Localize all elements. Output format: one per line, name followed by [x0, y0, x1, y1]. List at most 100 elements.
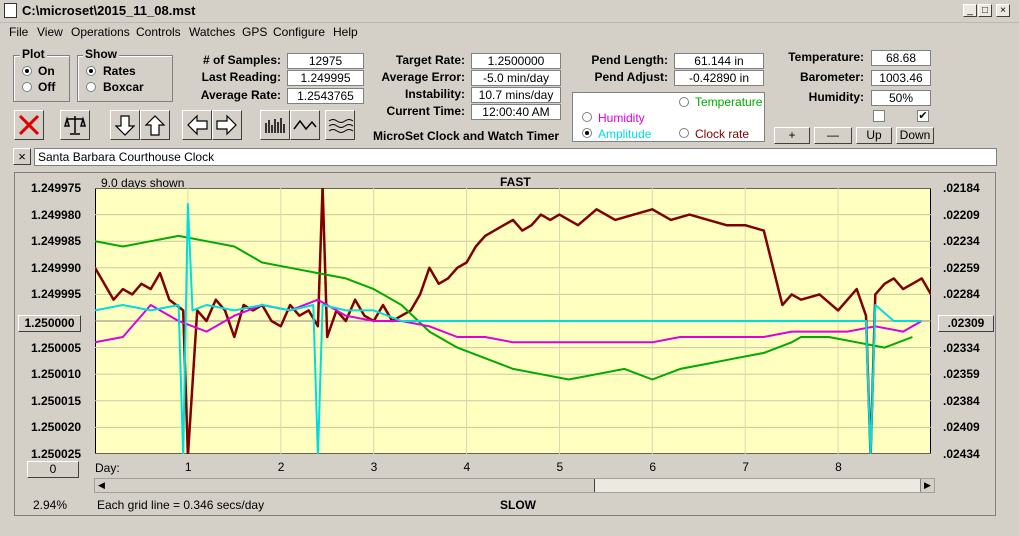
- y-tick-left: 1.250025: [31, 447, 82, 461]
- y-tick-right: .02184: [943, 181, 980, 195]
- y-tick-left: 1.249985: [31, 234, 82, 249]
- menu-view[interactable]: View: [37, 25, 63, 39]
- clock-rate-radio[interactable]: [679, 128, 689, 138]
- arrow-up-icon: [144, 115, 166, 136]
- pend-length-field: 61.144 in: [674, 53, 764, 69]
- show-boxcar-radio[interactable]: [86, 82, 96, 92]
- average-rate-label: Average Rate:: [200, 88, 281, 102]
- menu-help[interactable]: Help: [333, 25, 358, 39]
- samples-label: # of Samples:: [202, 53, 281, 67]
- plot-on-label: On: [38, 64, 55, 78]
- down-arrow-button[interactable]: [110, 110, 140, 140]
- y-tick-left: 1.250005: [31, 340, 82, 355]
- scroll-left-arrow[interactable]: ◀: [95, 479, 109, 492]
- y-tick-left: 1.250015: [31, 393, 82, 408]
- menu-controls[interactable]: Controls: [136, 25, 181, 39]
- wave-line-icon: [293, 119, 317, 131]
- menu-gps[interactable]: GPS: [242, 25, 267, 39]
- y-tick-left: 1.249980: [31, 207, 82, 222]
- target-rate-field[interactable]: 1.2500000: [471, 53, 561, 69]
- bars-view-button[interactable]: [260, 110, 290, 140]
- show-rates-label: Rates: [103, 64, 136, 78]
- barometer-label: Barometer:: [799, 70, 864, 84]
- wave-view-button[interactable]: [325, 110, 355, 140]
- balance-button[interactable]: [60, 110, 90, 140]
- stop-button[interactable]: [14, 110, 44, 140]
- left-arrow-button[interactable]: [182, 110, 212, 140]
- menu-file[interactable]: File: [9, 25, 28, 39]
- red-x-icon: [18, 114, 40, 136]
- line-view-button[interactable]: [290, 110, 320, 140]
- pend-length-label: Pend Length:: [591, 53, 668, 67]
- clock-name-field[interactable]: Santa Barbara Courthouse Clock: [34, 148, 997, 166]
- temperature-radio[interactable]: [679, 97, 689, 107]
- checkbox-left[interactable]: [873, 110, 885, 122]
- close-clock-button[interactable]: ×: [13, 148, 31, 165]
- y-tick-right: .02234: [943, 234, 980, 249]
- menu-operations[interactable]: Operations: [71, 25, 130, 39]
- multi-wave-icon: [328, 119, 354, 133]
- x-tick: 5: [556, 460, 564, 474]
- plot-group-title: Plot: [20, 47, 47, 61]
- plot-area: [95, 188, 931, 454]
- minus-button[interactable]: —: [814, 127, 852, 144]
- show-rates-radio[interactable]: [86, 66, 96, 76]
- y-tick-left: 1.249975: [31, 181, 82, 195]
- x-tick: 7: [742, 460, 749, 474]
- x-tick: 1: [184, 460, 192, 474]
- horizontal-scrollbar[interactable]: ◀ ▶: [94, 478, 935, 493]
- scroll-right-arrow[interactable]: ▶: [920, 479, 934, 492]
- instability-field: 10.7 mins/day: [471, 87, 561, 103]
- menu-configure[interactable]: Configure: [273, 25, 325, 39]
- humidity-field: 50%: [871, 90, 931, 106]
- y-tick-left: 1.249990: [31, 260, 82, 275]
- close-button[interactable]: ×: [996, 4, 1010, 17]
- y-tick-right: .02284: [943, 287, 980, 302]
- arrow-left-icon: [187, 114, 208, 136]
- amplitude-radio[interactable]: [582, 128, 592, 138]
- average-rate-field: 1.2543765: [287, 88, 364, 104]
- humidity-radio[interactable]: [582, 112, 592, 122]
- temperature-field: 68.68: [871, 50, 931, 66]
- app-icon: [4, 3, 17, 18]
- x-tick: 6: [649, 460, 657, 474]
- menu-watches[interactable]: Watches: [189, 25, 235, 39]
- up-button[interactable]: Up: [856, 127, 892, 144]
- average-error-field: -5.0 min/day: [471, 70, 561, 86]
- last-reading-label: Last Reading:: [201, 70, 281, 84]
- right-arrow-button[interactable]: [212, 110, 242, 140]
- left-center-button[interactable]: 1.250000: [18, 315, 81, 332]
- clock-rate-option: Clock rate: [695, 127, 750, 141]
- fast-label: FAST: [500, 175, 531, 189]
- x-tick: 3: [370, 460, 378, 474]
- show-group-title: Show: [83, 47, 119, 61]
- maximize-button[interactable]: □: [978, 4, 992, 17]
- y-tick-right: .02409: [943, 420, 980, 435]
- arrow-down-icon: [114, 115, 136, 136]
- x-tick: 2: [277, 460, 285, 474]
- up-arrow-button[interactable]: [140, 110, 170, 140]
- barometer-field: 1003.46: [871, 70, 931, 86]
- plus-button[interactable]: +: [774, 127, 810, 144]
- arrow-right-icon: [216, 114, 237, 136]
- y-tick-right: .02384: [943, 393, 980, 408]
- percent-label: 2.94%: [33, 498, 68, 512]
- plot-on-radio[interactable]: [22, 66, 32, 76]
- plot-group: [13, 55, 70, 102]
- average-error-label: Average Error:: [381, 70, 465, 84]
- temperature-option: Temperature: [695, 95, 763, 109]
- target-rate-label: Target Rate:: [395, 53, 465, 67]
- scroll-thumb[interactable]: [108, 479, 595, 492]
- minimize-button[interactable]: _: [963, 4, 977, 17]
- grid-note: Each grid line = 0.346 secs/day: [97, 498, 265, 512]
- down-button[interactable]: Down: [896, 127, 934, 144]
- left-bottom-button[interactable]: 0: [27, 461, 79, 478]
- samples-field: 12975: [287, 53, 364, 69]
- plot-off-radio[interactable]: [22, 82, 32, 92]
- humidity-option: Humidity: [598, 111, 645, 125]
- y-tick-left: 1.250010: [31, 367, 82, 382]
- checkbox-right[interactable]: ✔: [917, 110, 929, 122]
- show-group: [77, 55, 173, 102]
- plot-off-label: Off: [38, 80, 56, 94]
- right-center-button[interactable]: .02309: [938, 315, 994, 332]
